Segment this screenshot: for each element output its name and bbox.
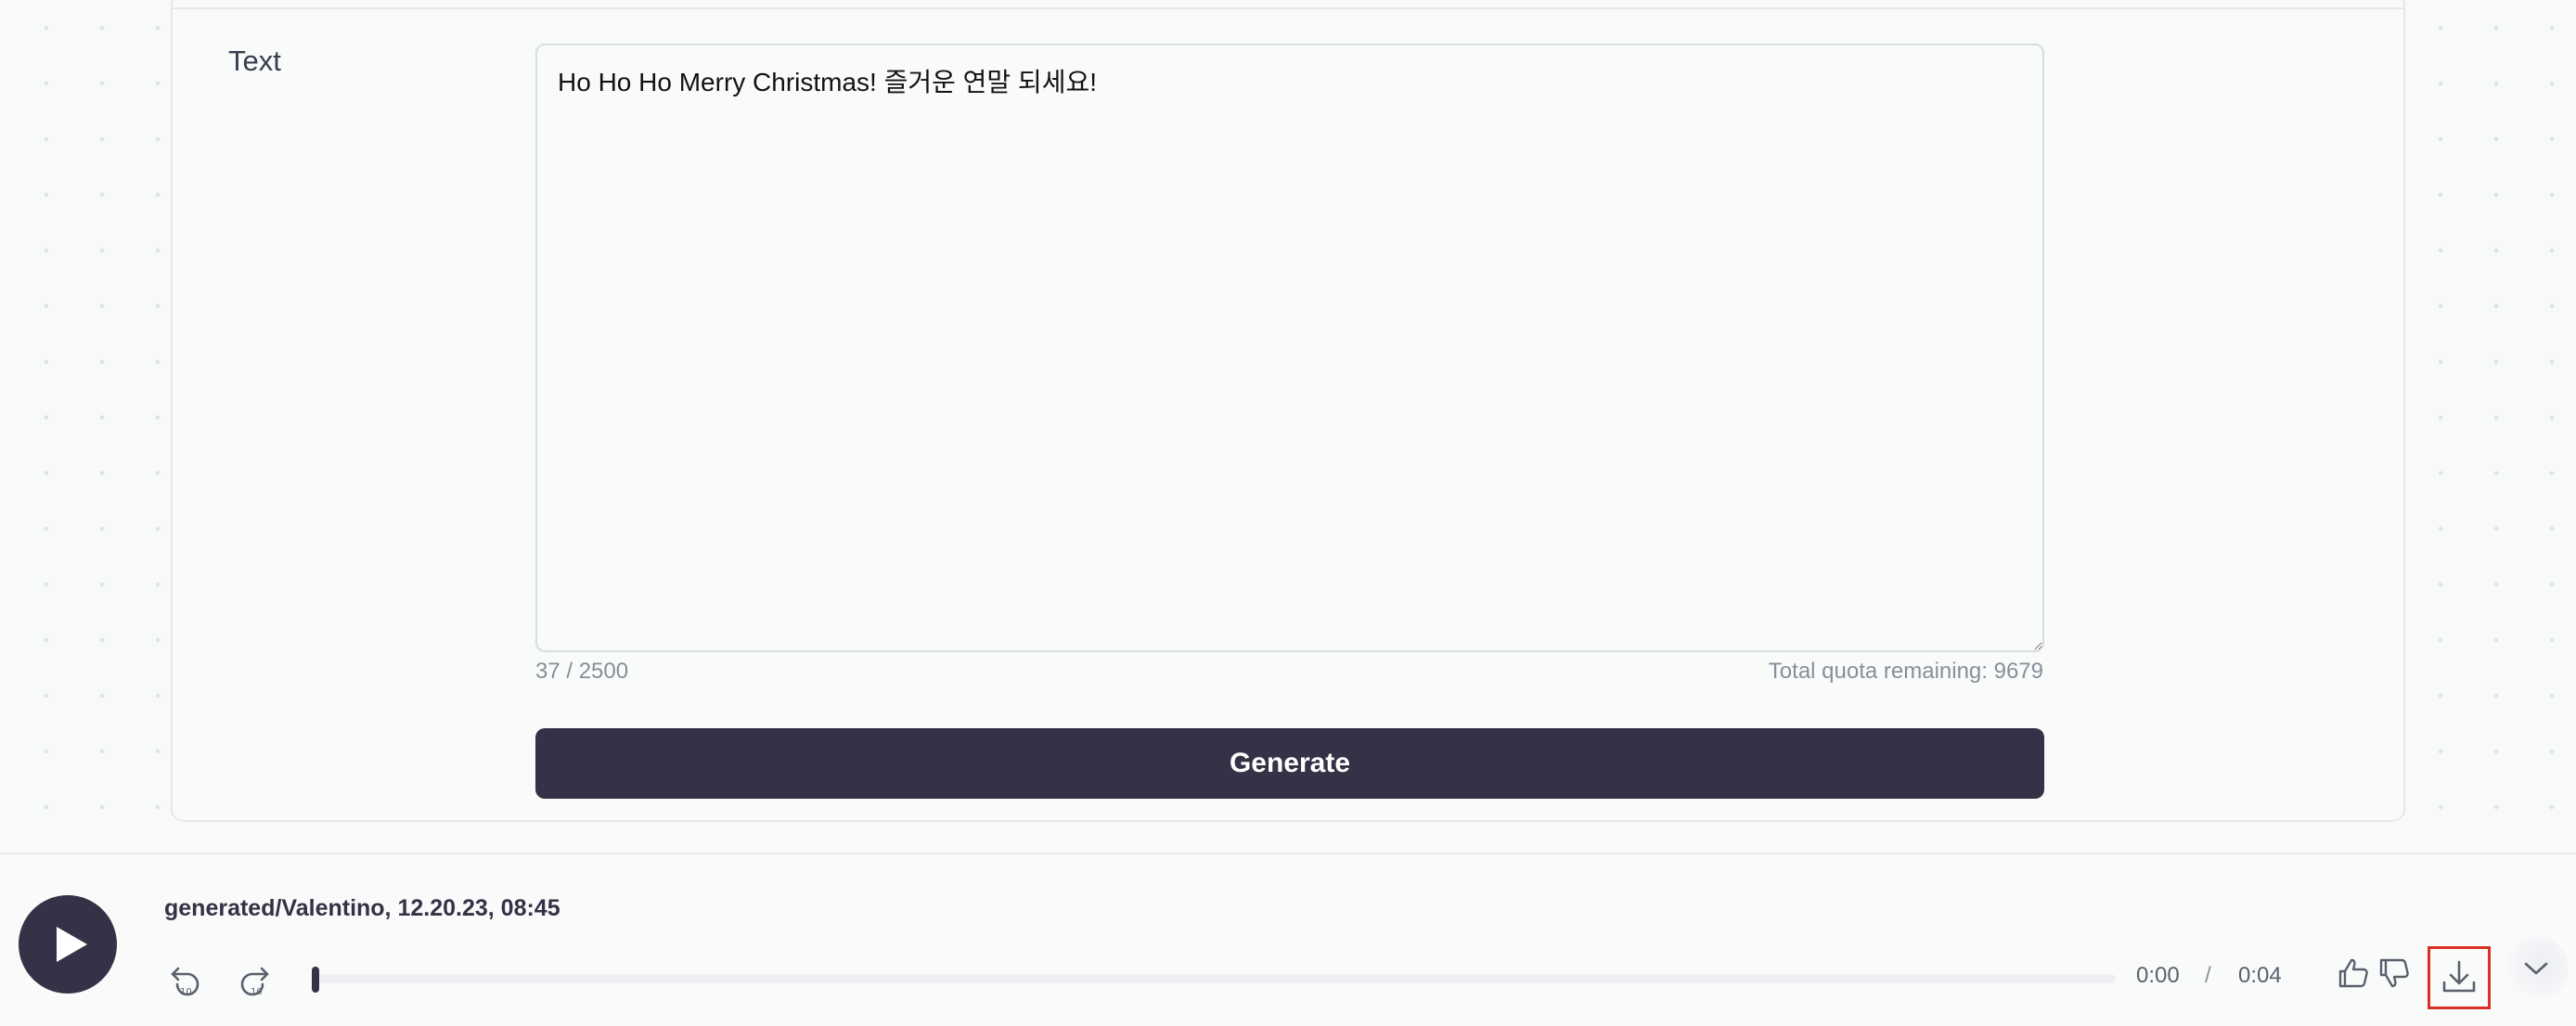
- skip-back-10-button[interactable]: 10: [165, 959, 206, 1000]
- thumbs-up-icon: [2338, 958, 2368, 988]
- generate-button[interactable]: Generate: [535, 728, 2044, 799]
- text-to-speech-card: Text Ho Ho Ho Merry Christmas! 즐거운 연말 되세…: [171, 0, 2405, 822]
- expand-player-button[interactable]: [2504, 936, 2569, 1001]
- dislike-button[interactable]: [2376, 955, 2413, 992]
- text-field-label: Text: [228, 45, 281, 77]
- chevron-down-icon: [2524, 962, 2548, 975]
- like-button[interactable]: [2335, 955, 2372, 992]
- character-counter: 37 / 2500: [535, 659, 629, 684]
- download-button[interactable]: [2428, 946, 2491, 1009]
- svg-text:10: 10: [251, 987, 263, 997]
- text-input[interactable]: Ho Ho Ho Merry Christmas! 즐거운 연말 되세요!: [535, 44, 2044, 652]
- current-time: 0:00: [2136, 963, 2180, 988]
- svg-text:10: 10: [180, 987, 192, 997]
- track-title: generated/Valentino, 12.20.23, 08:45: [164, 895, 560, 921]
- progress-thumb[interactable]: [312, 967, 319, 993]
- play-icon: [57, 927, 87, 962]
- time-separator: /: [2205, 963, 2211, 988]
- progress-bar[interactable]: [312, 967, 2116, 993]
- download-icon: [2442, 960, 2476, 993]
- quota-remaining: Total quota remaining: 9679: [1768, 659, 2043, 684]
- skip-forward-10-button[interactable]: 10: [234, 959, 275, 1000]
- card-divider: [173, 7, 2403, 9]
- rewind-10-icon: 10: [171, 967, 200, 997]
- thumbs-down-icon: [2379, 958, 2409, 988]
- audio-player-bar: generated/Valentino, 12.20.23, 08:45 10 …: [0, 853, 2576, 1026]
- play-button[interactable]: [19, 895, 117, 994]
- forward-10-icon: 10: [240, 967, 269, 997]
- total-time: 0:04: [2238, 963, 2282, 988]
